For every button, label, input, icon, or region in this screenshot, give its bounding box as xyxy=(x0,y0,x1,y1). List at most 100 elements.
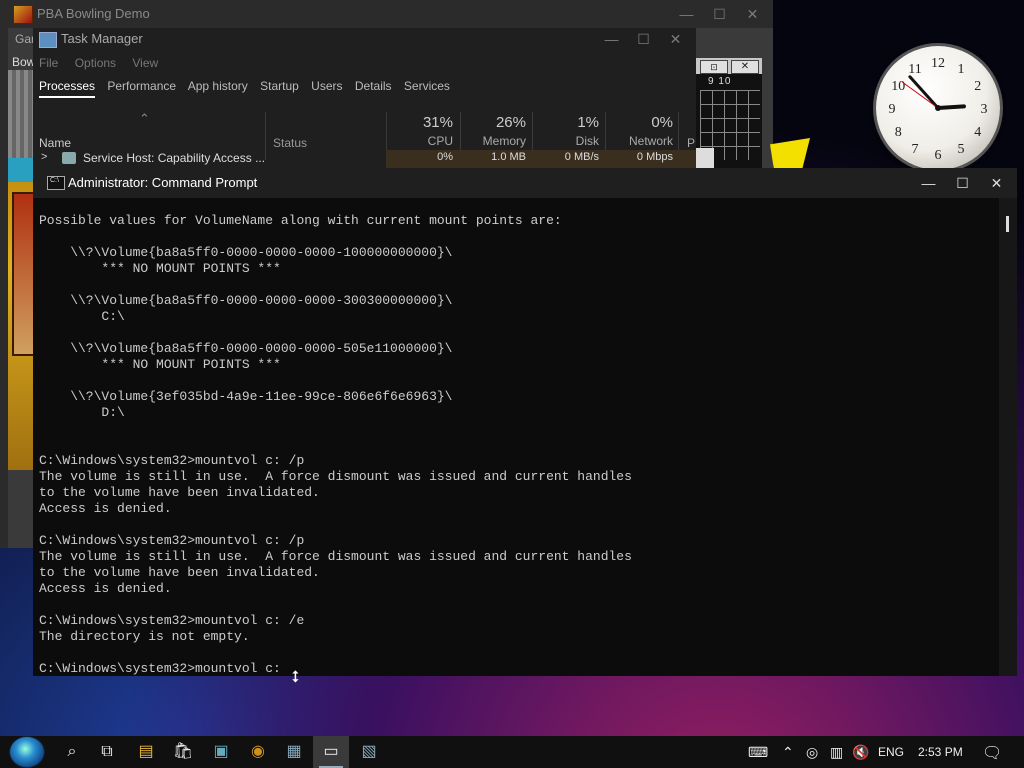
column-header-disk[interactable]: 1% Disk xyxy=(538,114,599,148)
control-panel-icon[interactable]: ▣ xyxy=(203,736,239,768)
cmd-taskbar-icon[interactable]: ▭ xyxy=(313,736,349,768)
volume-muted-icon[interactable]: 🔇 xyxy=(852,744,869,761)
start-button[interactable] xyxy=(10,737,44,767)
bowling-maximize-button[interactable]: ☐ xyxy=(703,0,736,28)
tm-scrollbar-thumb[interactable] xyxy=(696,148,714,168)
sort-ascending-icon[interactable]: ⌃ xyxy=(139,111,150,127)
cmd-close-button[interactable]: ✕ xyxy=(980,168,1013,198)
column-header-memory[interactable]: 26% Memory xyxy=(465,114,526,148)
disk-label: Disk xyxy=(575,134,599,148)
column-header-name[interactable]: Name xyxy=(39,136,71,150)
cmd-window-title: Administrator: Command Prompt xyxy=(68,175,258,190)
network-icon[interactable]: ▥ xyxy=(830,744,843,761)
chevron-right-icon[interactable]: > xyxy=(41,151,47,163)
bowling-lane-graphic xyxy=(8,70,35,160)
clock-numeral: 11 xyxy=(908,62,921,77)
bowling-floor-graphic xyxy=(8,158,35,184)
scoreboard-close-button[interactable]: ✕ xyxy=(731,60,759,74)
tm-minimize-button[interactable]: — xyxy=(595,28,628,50)
device-manager-icon[interactable]: ▦ xyxy=(276,736,312,768)
keyboard-icon[interactable]: ⌨ xyxy=(748,744,768,761)
tab-users[interactable]: Users xyxy=(311,79,342,93)
task-manager-tabs: Processes Performance App history Startu… xyxy=(39,79,459,98)
cmd-scrollbar[interactable] xyxy=(999,198,1017,676)
clock-minute-hand xyxy=(908,75,940,110)
task-manager-taskbar-icon[interactable]: ▧ xyxy=(351,736,387,768)
tab-processes[interactable]: Processes xyxy=(39,79,96,98)
task-manager-titlebar[interactable]: Task Manager — ☐ ✕ xyxy=(33,28,696,50)
language-indicator[interactable]: ENG xyxy=(878,745,904,759)
tab-performance[interactable]: Performance xyxy=(107,79,176,93)
task-manager-icon xyxy=(39,32,57,48)
bowling-minimize-button[interactable]: — xyxy=(670,0,703,28)
tab-startup[interactable]: Startup xyxy=(260,79,299,93)
network-label: Network xyxy=(628,134,673,148)
bowling-taskbar-icon[interactable]: ◉ xyxy=(240,736,276,768)
column-header-status[interactable]: Status xyxy=(273,136,307,150)
cpu-percent: 31% xyxy=(422,114,453,131)
column-header-cpu[interactable]: 31% CPU xyxy=(393,114,453,148)
process-metrics: 0% 1.0 MB 0 MB/s 0 Mbps xyxy=(386,150,696,168)
cmd-scrollbar-thumb[interactable] xyxy=(1006,216,1009,232)
network-percent: 0% xyxy=(651,114,673,131)
notifications-icon[interactable]: 🗨 xyxy=(982,743,1002,763)
bowling-close-button[interactable]: ✕ xyxy=(736,0,769,28)
clock-numeral: 3 xyxy=(981,102,988,117)
bowling-menu-item-game[interactable]: Gar xyxy=(15,32,35,46)
cmd-console-output[interactable]: Possible values for VolumeName along wit… xyxy=(39,213,989,675)
tm-maximize-button[interactable]: ☐ xyxy=(627,28,660,50)
scoreboard-frame-numbers: 9 10 xyxy=(708,76,732,87)
menu-options[interactable]: Options xyxy=(75,56,116,70)
scoreboard-restore-button[interactable]: ⊡ xyxy=(700,60,728,74)
tab-details[interactable]: Details xyxy=(355,79,392,93)
column-header-network[interactable]: 0% Network xyxy=(611,114,673,148)
bowling-titlebar[interactable]: PBA Bowling Demo — ☐ ✕ xyxy=(0,0,773,28)
cmd-icon: C:\ xyxy=(47,176,65,190)
chevron-up-icon[interactable]: ⌃ xyxy=(782,744,794,761)
tm-close-button[interactable]: ✕ xyxy=(659,28,692,50)
clock-numeral: 9 xyxy=(889,102,896,117)
task-manager-menubar: File Options View xyxy=(39,56,171,70)
task-manager-window[interactable]: Task Manager — ☐ ✕ File Options View Pro… xyxy=(33,28,714,168)
clock-numeral: 4 xyxy=(974,125,981,140)
file-explorer-icon[interactable]: ▤ xyxy=(128,736,164,768)
bowling-app-icon xyxy=(13,5,33,24)
cpu-label: CPU xyxy=(427,134,453,148)
meet-now-icon[interactable]: ◎ xyxy=(806,744,818,761)
clock-numeral: 1 xyxy=(958,62,965,77)
text-select-cursor-icon: ⭥ xyxy=(291,667,300,686)
cmd-titlebar[interactable]: C:\ Administrator: Command Prompt — ☐ ✕ xyxy=(33,168,1017,198)
cmd-maximize-button[interactable]: ☐ xyxy=(946,168,979,198)
command-prompt-window[interactable]: C:\ Administrator: Command Prompt — ☐ ✕ … xyxy=(33,168,1017,676)
bowling-window-title: PBA Bowling Demo xyxy=(37,6,150,21)
taskbar: ⌕ ⧉ ▤ 🛍 ▣ ◉ ▦ ▭ ▧ ⌨ ⌃ ◎ ▥ 🔇 ENG 2:53 PM … xyxy=(0,736,1024,768)
menu-file[interactable]: File xyxy=(39,56,58,70)
column-header-power[interactable]: P xyxy=(687,136,695,150)
process-cpu: 0% xyxy=(437,151,453,163)
clock-numeral: 8 xyxy=(895,125,902,140)
tab-services[interactable]: Services xyxy=(404,79,450,93)
task-view-icon[interactable]: ⧉ xyxy=(89,736,125,768)
process-row[interactable]: > Service Host: Capability Access ... 0%… xyxy=(33,150,696,168)
clock-gadget[interactable]: 12 1 2 3 4 5 6 7 8 9 10 11 xyxy=(876,46,1000,170)
memory-label: Memory xyxy=(482,134,526,148)
process-memory: 1.0 MB xyxy=(491,151,526,163)
clock-numeral: 12 xyxy=(931,56,945,71)
memory-percent: 26% xyxy=(495,114,526,131)
store-icon[interactable]: 🛍 xyxy=(165,736,201,768)
bowling-menu-item-bowler[interactable]: Bow xyxy=(12,55,35,69)
bowling-scene-graphic xyxy=(8,182,36,470)
taskbar-clock[interactable]: 2:53 PM xyxy=(918,745,963,759)
clock-face: 12 1234567891011 xyxy=(889,56,988,163)
tab-app-history[interactable]: App history xyxy=(188,79,248,93)
menu-view[interactable]: View xyxy=(132,56,158,70)
process-disk: 0 MB/s xyxy=(564,151,599,163)
clock-numeral: 5 xyxy=(958,142,965,157)
disk-percent: 1% xyxy=(577,114,599,131)
cmd-minimize-button[interactable]: — xyxy=(912,168,945,198)
search-icon[interactable]: ⌕ xyxy=(54,736,90,768)
clock-numeral: 7 xyxy=(912,142,919,157)
process-network: 0 Mbps xyxy=(636,151,673,163)
service-host-icon xyxy=(62,152,76,164)
clock-center xyxy=(935,105,941,111)
